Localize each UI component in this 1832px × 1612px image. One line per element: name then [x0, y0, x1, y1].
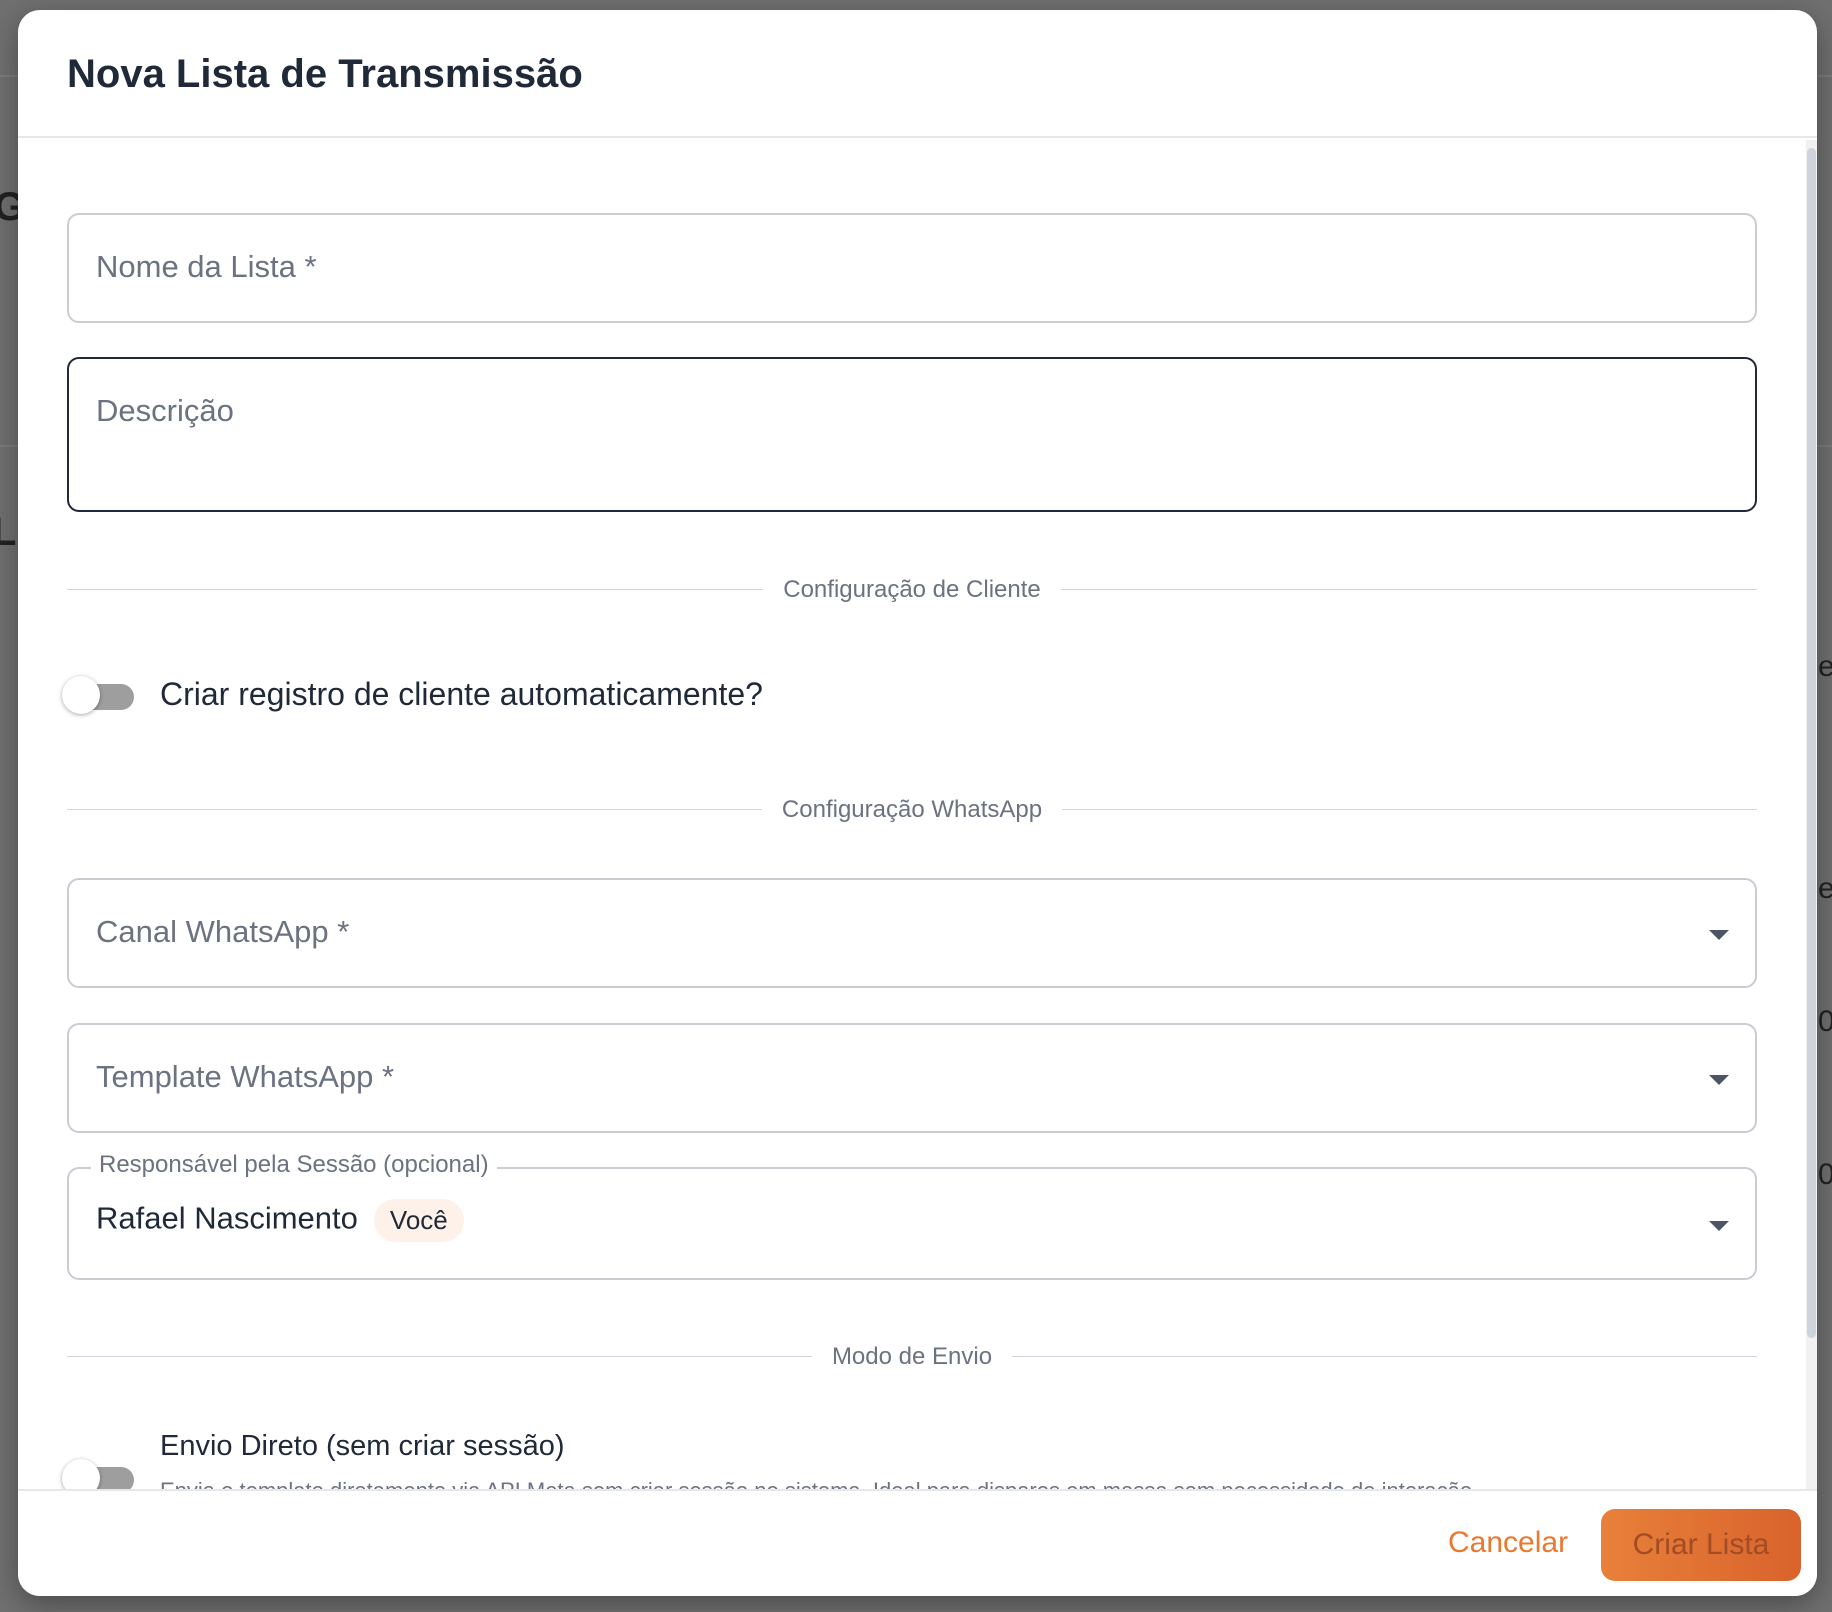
chevron-down-icon — [1709, 1221, 1729, 1231]
section-label: Configuração de Cliente — [763, 576, 1061, 603]
dialog-title: Nova Lista de Transmissão — [67, 52, 583, 96]
direct-send-label: Envio Direto (sem criar sessão) — [160, 1430, 565, 1462]
section-divider-whatsapp: Configuração WhatsApp — [67, 796, 1757, 823]
create-list-button[interactable]: Criar Lista — [1601, 1509, 1801, 1581]
whatsapp-template-select[interactable]: Template WhatsApp * — [67, 1023, 1757, 1133]
description-textarea[interactable]: Descrição — [67, 357, 1757, 512]
bg-text: 0 — [1818, 1158, 1832, 1191]
chevron-down-icon — [1709, 930, 1729, 940]
list-name-input[interactable]: Nome da Lista * — [67, 213, 1757, 323]
section-label: Modo de Envio — [811, 1343, 1013, 1370]
section-divider-send-mode: Modo de Envio — [67, 1343, 1757, 1370]
section-divider-client: Configuração de Cliente — [67, 576, 1757, 603]
chevron-down-icon — [1709, 1075, 1729, 1085]
cancel-button[interactable]: Cancelar — [1448, 1526, 1568, 1560]
whatsapp-channel-select[interactable]: Canal WhatsApp * — [67, 878, 1757, 988]
dialog-scrollbar[interactable] — [1806, 140, 1817, 1490]
description-placeholder: Descrição — [96, 393, 234, 428]
bg-text: e — [1818, 872, 1832, 905]
auto-client-toggle[interactable] — [62, 673, 138, 717]
new-broadcast-list-dialog: Nova Lista de Transmissão Nome da Lista … — [18, 10, 1817, 1596]
you-badge: Você — [373, 1199, 464, 1242]
dialog-header: Nova Lista de Transmissão — [18, 10, 1817, 138]
section-label: Configuração WhatsApp — [761, 796, 1063, 823]
session-owner-value: Rafael Nascimento — [96, 1200, 358, 1236]
channel-placeholder: Canal WhatsApp * — [96, 914, 350, 949]
dialog-footer: Cancelar Criar Lista — [18, 1489, 1817, 1596]
bg-text: 0 — [1818, 1005, 1832, 1038]
template-placeholder: Template WhatsApp * — [96, 1059, 395, 1094]
auto-client-label: Criar registro de cliente automaticament… — [160, 676, 763, 712]
session-owner-select[interactable]: Responsável pela Sessão (opcional) Rafae… — [67, 1151, 1757, 1280]
scrollbar-thumb[interactable] — [1807, 148, 1816, 1338]
list-name-placeholder: Nome da Lista * — [96, 249, 317, 284]
bg-text: e — [1818, 650, 1832, 683]
session-owner-label: Responsável pela Sessão (opcional) — [91, 1151, 497, 1179]
